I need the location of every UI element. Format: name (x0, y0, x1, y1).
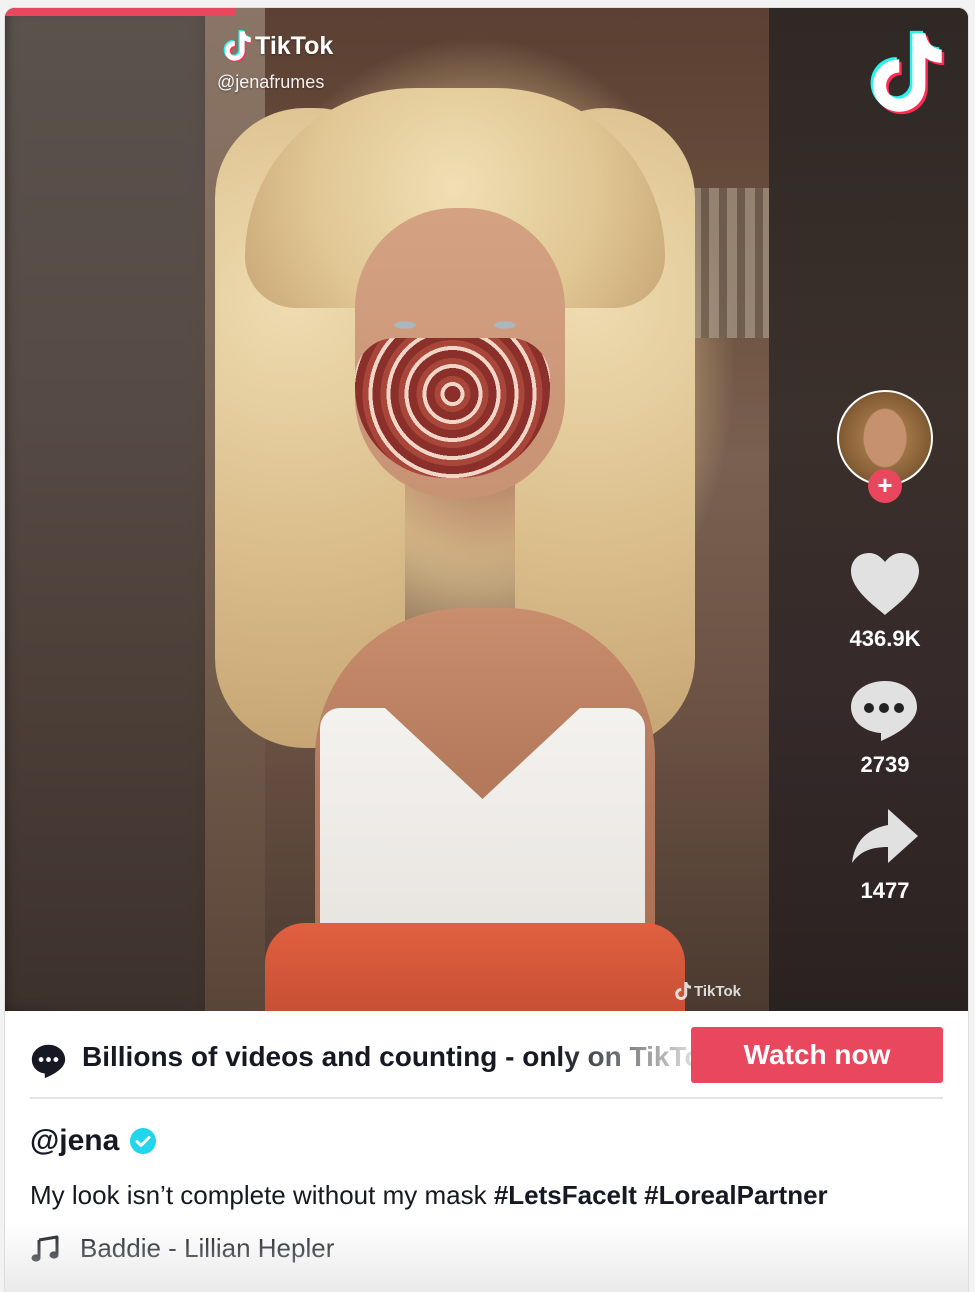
follow-button[interactable]: + (868, 469, 902, 503)
tiktok-embed-card: TikTok @jenafrumes TikTok + 436.9K 2739 … (5, 8, 968, 1292)
caption-text: My look isn’t complete without my mask (30, 1180, 487, 1210)
watermark-bottom-brand: TikTok (694, 982, 741, 1000)
watermark-bottom: TikTok (673, 981, 741, 1001)
chat-bubble-icon (31, 1044, 66, 1079)
action-rail: + 436.9K 2739 1477 (835, 390, 935, 904)
share-arrow-icon (852, 809, 918, 863)
share-button[interactable]: 1477 (849, 800, 921, 904)
music-row[interactable]: Baddie - Lillian Hepler (30, 1233, 334, 1264)
video-frame[interactable] (205, 8, 769, 1011)
author-avatar-group: + (837, 390, 933, 503)
video-player[interactable]: TikTok @jenafrumes TikTok + 436.9K 2739 … (5, 8, 968, 1011)
like-button[interactable]: 436.9K (849, 548, 921, 652)
author-handle[interactable]: @jena (30, 1124, 119, 1158)
hashtag-link[interactable]: #LorealPartner (644, 1180, 828, 1210)
comment-count: 2739 (860, 752, 910, 777)
video-progress-bar[interactable] (5, 8, 968, 16)
caption: My look isn’t complete without my mask #… (30, 1180, 828, 1211)
verified-check-icon (130, 1128, 157, 1154)
tiktok-logo-icon[interactable] (860, 30, 945, 115)
comment-button[interactable]: 2739 (849, 674, 921, 778)
comment-bubble-icon (851, 681, 917, 741)
author-row: @jena (30, 1124, 157, 1158)
hashtag-link[interactable]: #LetsFaceIt (494, 1180, 637, 1210)
tiktok-note-icon (675, 982, 691, 1000)
music-note-icon (31, 1235, 59, 1262)
watch-now-button[interactable]: Watch now (691, 1027, 943, 1083)
like-count: 436.9K (849, 626, 921, 651)
share-count: 1477 (860, 878, 910, 903)
promo-text: Billions of videos and counting - only o… (82, 1041, 692, 1072)
music-title: Baddie - Lillian Hepler (80, 1233, 335, 1263)
watermark-brand: TikTok (255, 31, 334, 60)
watermark-top: TikTok (221, 30, 333, 62)
heart-icon (851, 553, 919, 615)
divider (30, 1097, 943, 1099)
video-progress-fill (5, 8, 237, 16)
tiktok-note-icon (223, 30, 251, 62)
watermark-handle: @jenafrumes (217, 72, 325, 92)
